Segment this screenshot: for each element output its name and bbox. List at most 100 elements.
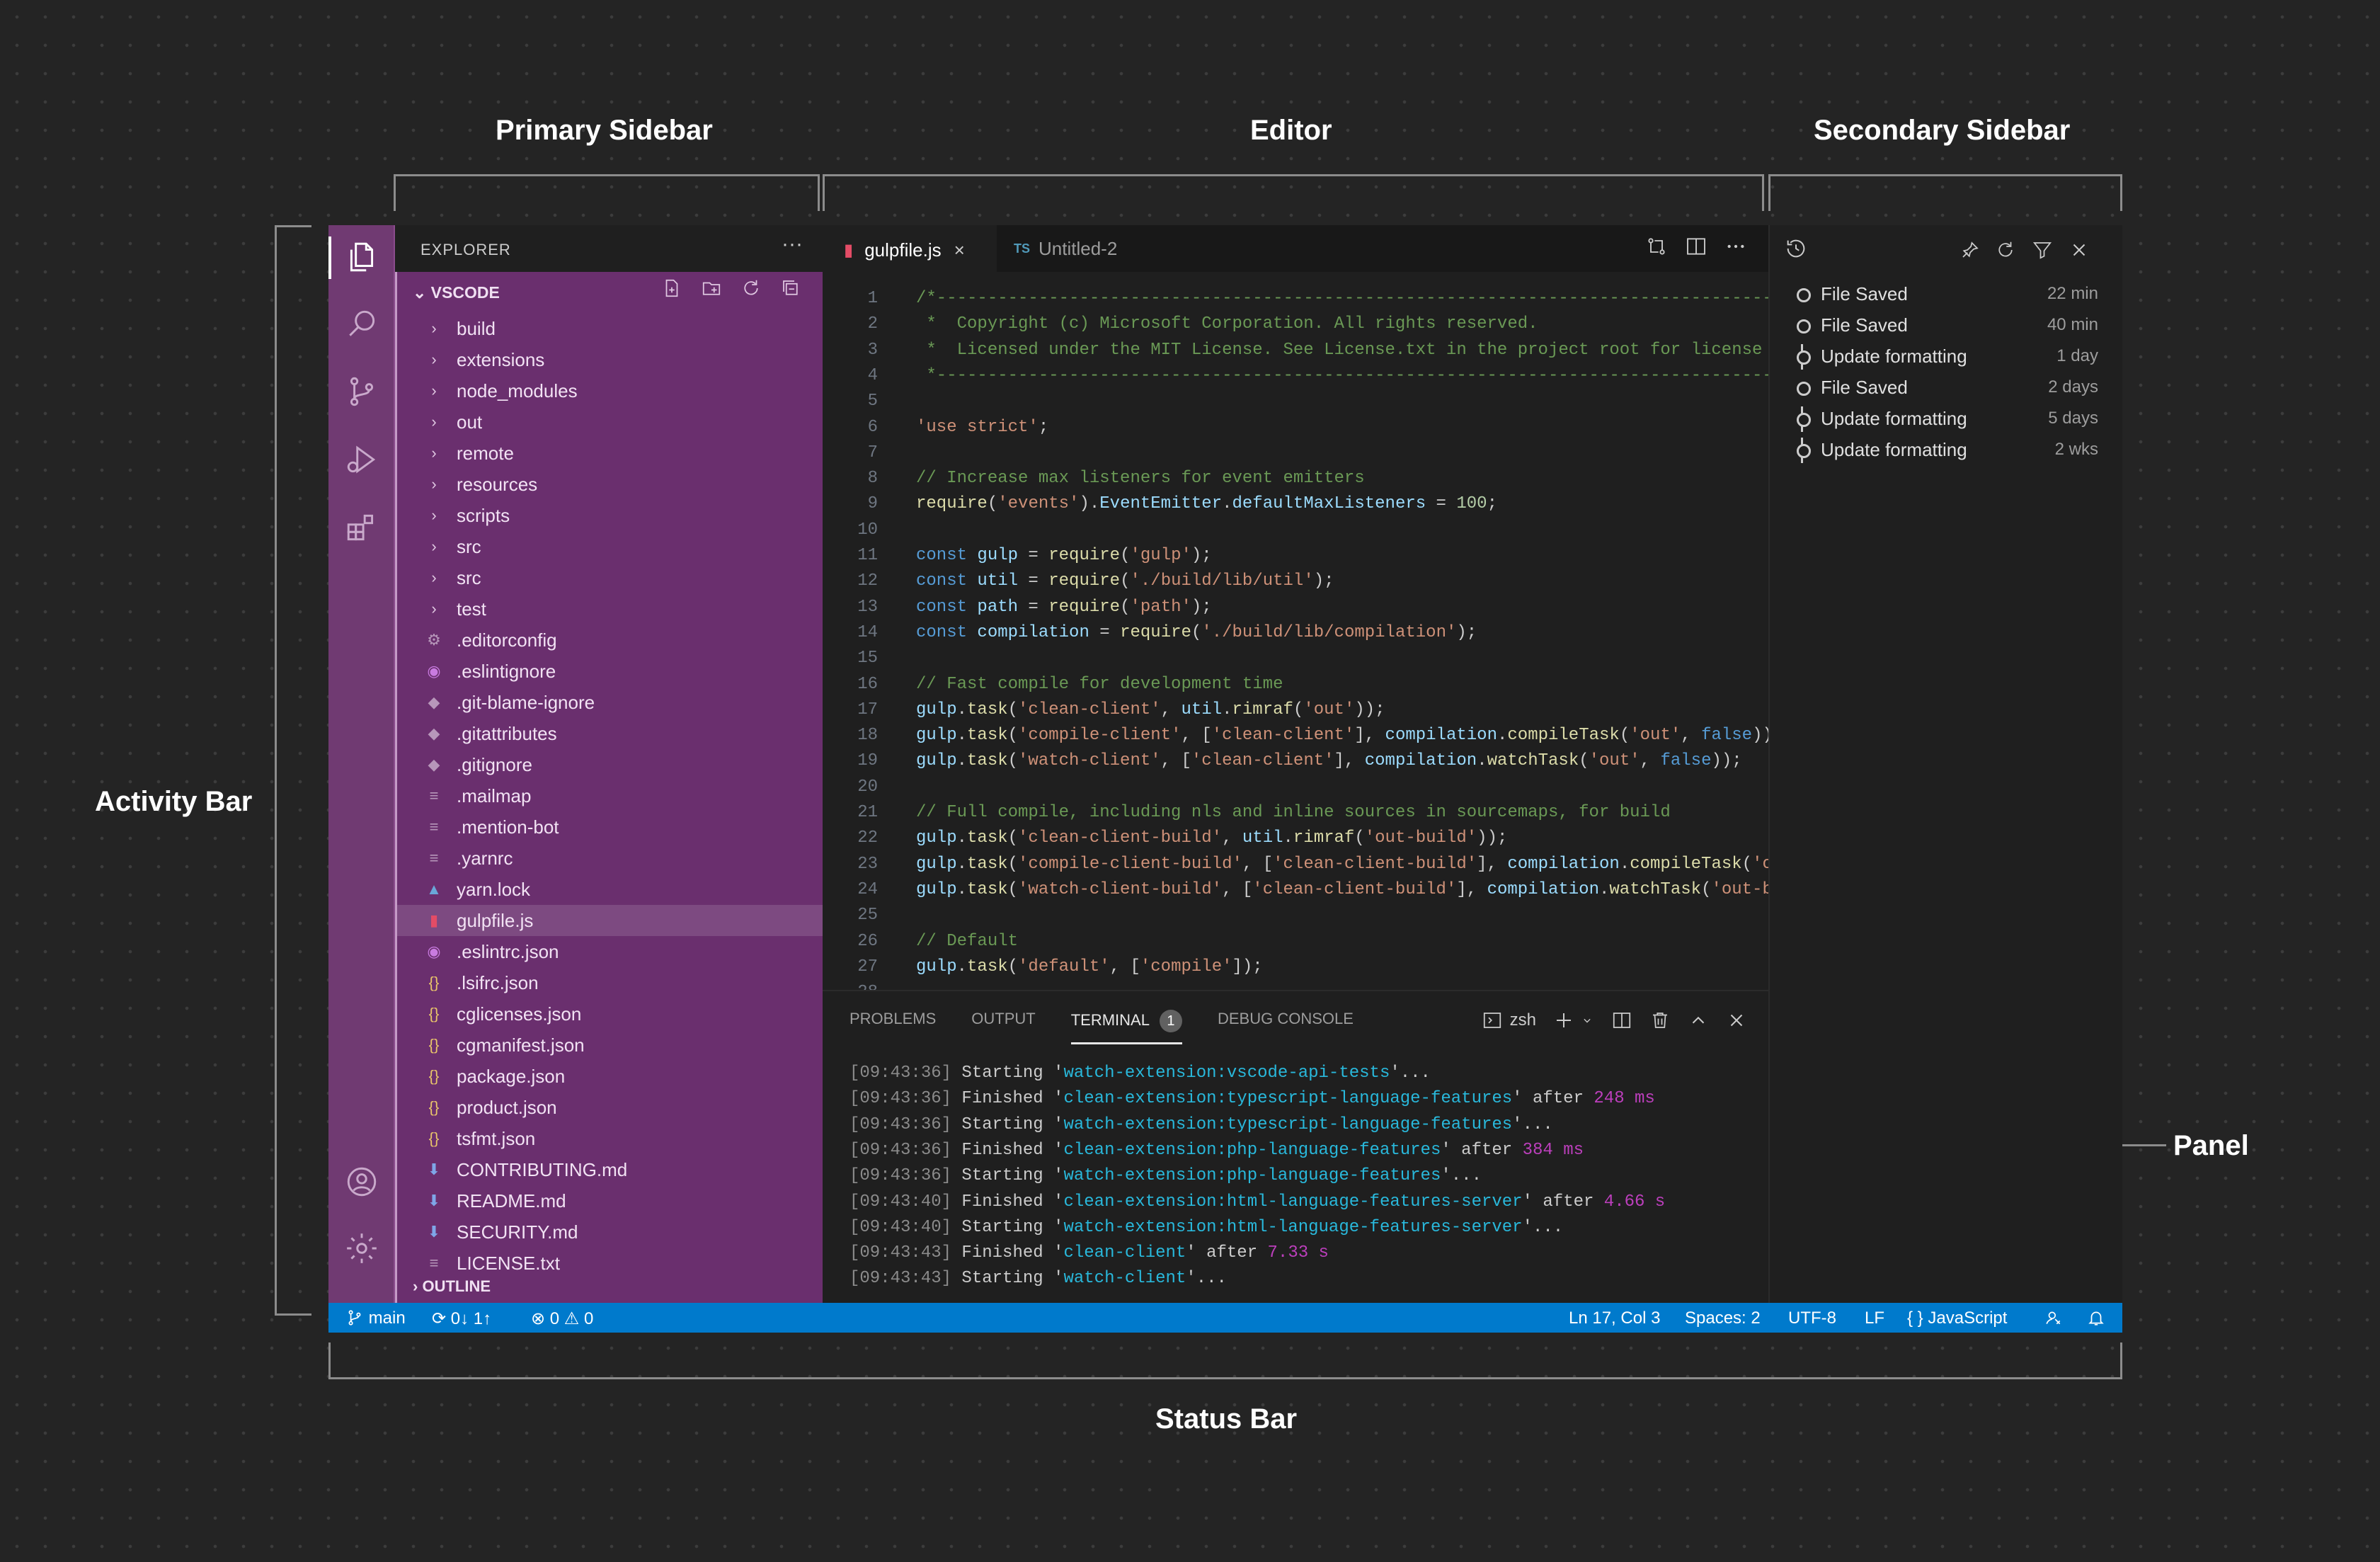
tree-item[interactable]: › node_modules [397,375,825,406]
more-actions-icon[interactable] [1724,235,1747,258]
code-token: ( [1579,751,1589,771]
settings-gear-icon[interactable] [344,1231,379,1266]
problems-indicator[interactable]: ⊗ 0 ⚠ 0 [531,1309,593,1329]
account-icon[interactable] [344,1164,379,1199]
tree-item[interactable]: {} package.json [397,1061,825,1092]
tab-output[interactable]: OUTPUT [971,1010,1035,1044]
tree-item[interactable]: ◉ .eslintignore [397,656,825,687]
notifications-bell-icon[interactable] [2087,1309,2105,1332]
tree-item[interactable]: ⬇ SECURITY.md [397,1216,825,1248]
tree-item[interactable]: › src [397,531,825,562]
code-token: . [956,879,968,899]
tree-item-label: remote [457,442,514,464]
timeline-item[interactable]: Update formatting 5 days [1770,405,2122,436]
filter-icon[interactable] [2032,238,2053,262]
sync-counts: 0↓ 1↑ [450,1309,492,1328]
tree-item[interactable]: ◆ .gitignore [397,749,825,780]
refresh-icon[interactable] [1995,238,2016,262]
line-number: 15 [857,649,878,668]
feedback-icon[interactable] [2044,1309,2063,1332]
tree-item[interactable]: {} .lsifrc.json [397,967,825,998]
collapse-all-icon[interactable] [780,278,801,299]
terminal-token: Starting ' [951,1217,1064,1237]
encoding[interactable]: UTF-8 [1788,1309,1836,1328]
run-debug-icon[interactable] [344,442,379,477]
tree-item[interactable]: ⚙ .editorconfig [397,625,825,656]
close-panel-icon[interactable] [1726,1010,1747,1031]
tree-item[interactable]: ⬇ README.md [397,1185,825,1216]
tree-item[interactable]: ≡ LICENSE.txt [397,1248,825,1279]
maximize-panel-icon[interactable] [1688,1010,1709,1031]
timeline-item[interactable]: File Saved 2 days [1770,374,2122,405]
tree-item[interactable]: {} tsfmt.json [397,1123,825,1154]
close-icon[interactable]: × [954,239,965,261]
search-icon[interactable] [344,306,379,341]
tree-item[interactable]: ▲ yarn.lock [397,874,825,905]
timeline-item[interactable]: Update formatting 1 day [1770,343,2122,374]
section-actions [661,278,801,299]
refresh-icon[interactable] [740,278,762,299]
compare-changes-icon[interactable] [1645,235,1668,258]
tree-item[interactable]: › remote [397,438,825,469]
tree-item[interactable]: › src [397,562,825,593]
tab-problems[interactable]: PROBLEMS [849,1010,936,1044]
tree-item[interactable]: › resources [397,469,825,500]
end-of-line[interactable]: LF [1865,1309,1884,1328]
tree-item[interactable]: ≡ .mention-bot [397,811,825,843]
tree-item[interactable]: {} product.json [397,1092,825,1123]
tab-untitled-2[interactable]: TS Untitled-2 [1001,225,1157,272]
line-number: 7 [867,443,878,462]
new-folder-icon[interactable] [701,278,722,299]
files-icon[interactable] [344,239,379,275]
shell-name[interactable]: zsh [1510,1010,1536,1030]
trash-icon[interactable] [1649,1010,1671,1031]
tree-item[interactable]: › out [397,406,825,438]
new-file-icon[interactable] [661,278,682,299]
timeline-time: 2 wks [2054,440,2098,459]
tab-terminal[interactable]: TERMINAL 1 [1070,1010,1182,1044]
tab-gulpfile[interactable]: ▮ gulpfile.js × [823,225,997,273]
tree-item[interactable]: ⬇ CONTRIBUTING.md [397,1154,825,1185]
code-token: const [916,622,978,642]
pin-icon[interactable] [1960,238,1981,262]
close-icon[interactable] [2069,238,2090,262]
language-mode[interactable]: { } JavaScript [1907,1309,2007,1328]
split-terminal-icon[interactable] [1611,1010,1632,1031]
tree-item[interactable]: {} cgmanifest.json [397,1030,825,1061]
source-control-icon[interactable] [344,374,379,409]
tree-item[interactable]: ▮ gulpfile.js [397,905,825,936]
more-actions-icon[interactable]: ··· [782,232,803,256]
tree-item[interactable]: ≡ .yarnrc [397,843,825,874]
sync-indicator[interactable]: ⟳ 0↓ 1↑ [432,1309,491,1329]
outline-section-header[interactable]: › OUTLINE [413,1277,491,1296]
folder-section-header[interactable]: ⌄ VSCODE [413,283,500,302]
code-token: ], [1456,879,1487,899]
tree-item[interactable]: › test [397,593,825,625]
chevron-down-icon[interactable] [1580,1010,1594,1031]
code-token: * Licensed under the MIT License. See Li… [926,340,1763,360]
code-token: require [1048,571,1121,591]
timeline-item[interactable]: File Saved 40 min [1770,312,2122,343]
branch-indicator[interactable]: main [345,1309,406,1328]
tree-item[interactable]: › extensions [397,344,825,375]
tree-item-label: resources [457,473,538,495]
cursor-position[interactable]: Ln 17, Col 3 [1569,1309,1660,1328]
add-terminal-icon[interactable] [1553,1010,1574,1031]
split-editor-icon[interactable] [1685,235,1707,258]
tree-item[interactable]: ◉ .eslintrc.json [397,936,825,967]
extensions-icon[interactable] [344,510,379,545]
tree-item[interactable]: › scripts [397,500,825,531]
code-token: // Full compile, including nls and inlin… [916,803,1671,822]
tree-item[interactable]: ◆ .gitattributes [397,718,825,749]
tree-item[interactable]: ≡ .mailmap [397,780,825,811]
timeline-item[interactable]: Update formatting 2 wks [1770,436,2122,467]
code-line: 18 gulp.task('compile-client', ['clean-cl… [823,726,1768,751]
tree-item[interactable]: ◆ .git-blame-ignore [397,687,825,718]
tree-item[interactable]: › build [397,313,825,344]
file-type-icon: {} [428,1036,440,1054]
tree-item[interactable]: {} cglicenses.json [397,998,825,1030]
code-token: // Default [916,931,1019,951]
indentation[interactable]: Spaces: 2 [1685,1309,1761,1328]
timeline-item[interactable]: File Saved 22 min [1770,280,2122,312]
tab-debug-console[interactable]: DEBUG CONSOLE [1218,1010,1354,1044]
